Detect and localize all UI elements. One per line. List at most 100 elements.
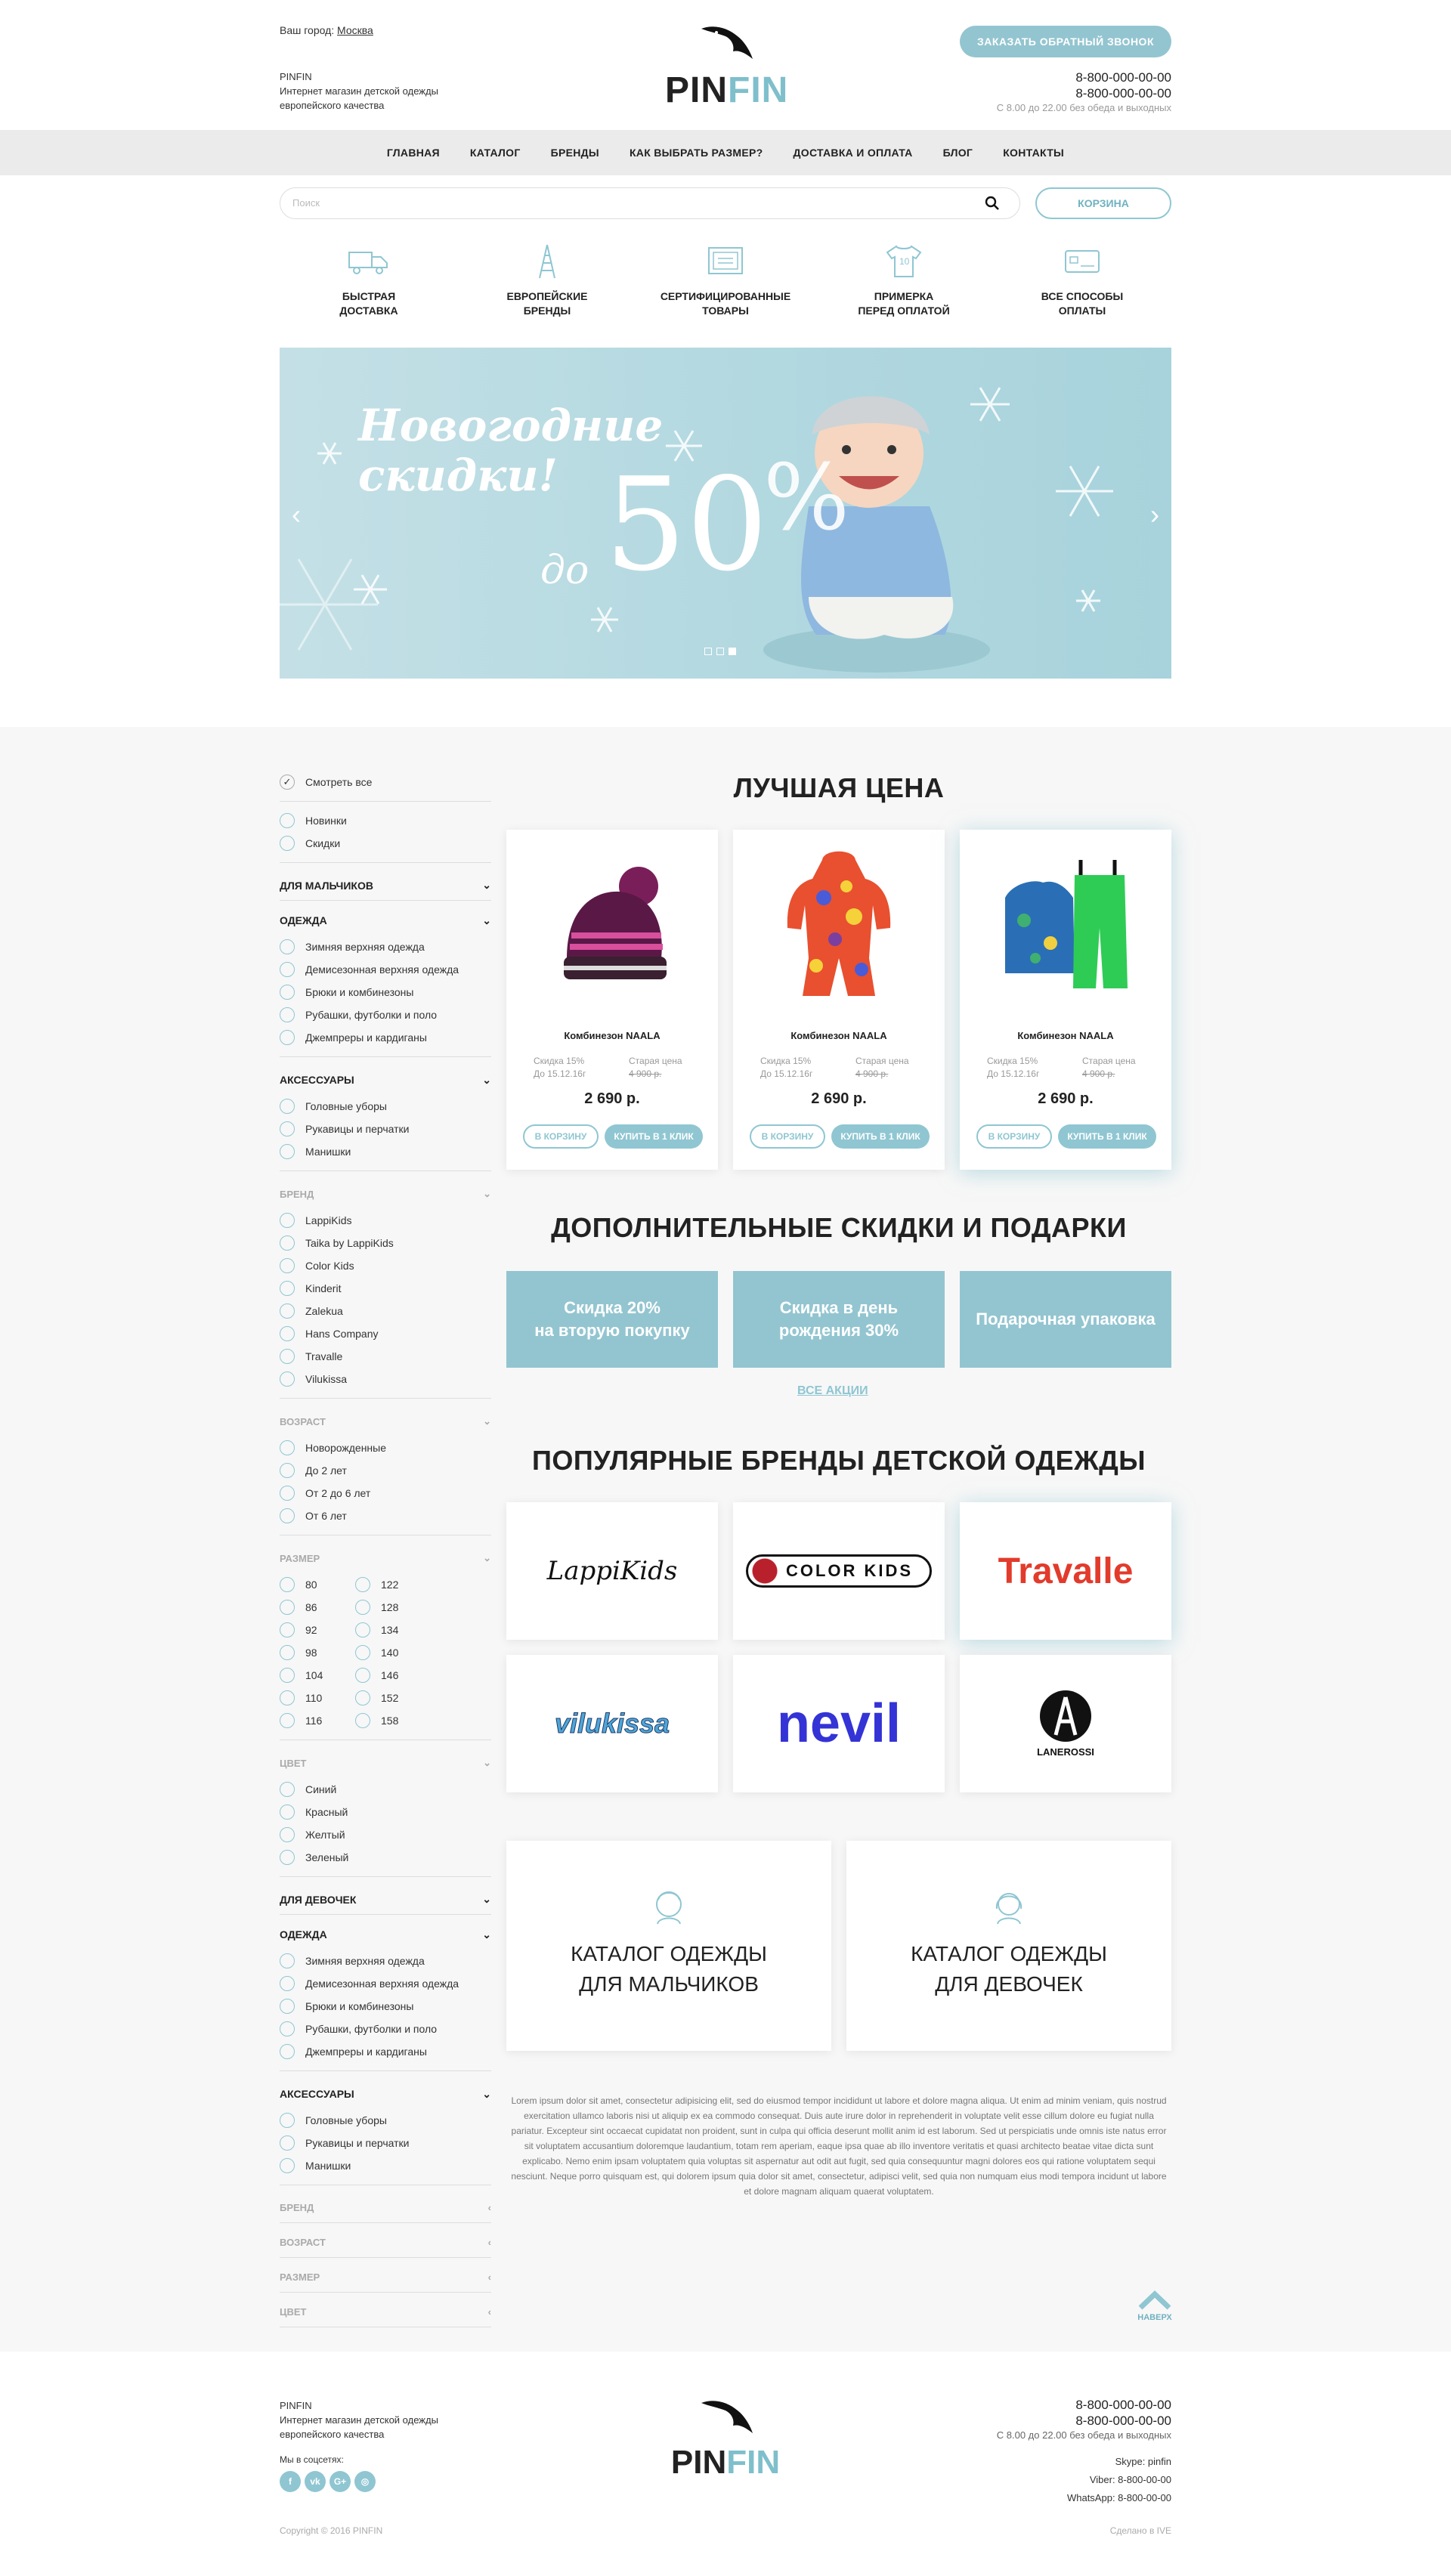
filter-group-size-collapsed[interactable]: РАЗМЕР ‹ (280, 2262, 491, 2293)
nav-item-catalog[interactable]: КАТАЛОГ (470, 147, 521, 159)
product-name[interactable]: Комбинезон NAALA (733, 1030, 945, 1041)
brand-vilukissa[interactable]: vilukissa (506, 1655, 718, 1792)
google-plus-icon[interactable]: G+ (329, 2471, 351, 2492)
skype-contact[interactable]: Skype: pinfin (1067, 2453, 1171, 2471)
product-name[interactable]: Комбинезон NAALA (960, 1030, 1171, 1041)
add-to-cart-button[interactable]: В КОРЗИНУ (523, 1124, 599, 1149)
promo-second-purchase[interactable]: Скидка 20% на вторую покупку (506, 1271, 718, 1368)
callback-button[interactable]: ЗАКАЗАТЬ ОБРАТНЫЙ ЗВОНОК (960, 26, 1171, 57)
size-option[interactable]: 158 (355, 1709, 431, 1732)
cart-button[interactable]: КОРЗИНА (1035, 187, 1171, 219)
search-input[interactable]: Поиск (280, 187, 1020, 219)
nav-item-contacts[interactable]: КОНТАКТЫ (1003, 147, 1064, 159)
filter-option[interactable]: Taika by LappiKids (280, 1232, 491, 1254)
filter-option[interactable]: Новинки (280, 809, 491, 832)
vk-icon[interactable]: vk (305, 2471, 326, 2492)
filter-group-girls[interactable]: ДЛЯ ДЕВОЧЕК ⌄ (280, 1885, 491, 1915)
buy-one-click-button[interactable]: КУПИТЬ В 1 КЛИК (1058, 1124, 1156, 1149)
size-option[interactable]: 122 (355, 1573, 431, 1596)
brand-lappikids[interactable]: LappiKids (506, 1502, 718, 1640)
brand-lanerossi[interactable]: LANEROSSI (960, 1655, 1171, 1792)
filter-option[interactable]: Головные уборы (280, 2109, 491, 2132)
filter-option[interactable]: Рукавицы и перчатки (280, 1118, 491, 1140)
filter-option[interactable]: Демисезонная верхняя одежда (280, 1972, 491, 1995)
brand-colorkids[interactable]: COLOR KIDS (733, 1502, 945, 1640)
footer-phone-1[interactable]: 8-800-000-00-00 (997, 2397, 1171, 2413)
catalog-girls-card[interactable]: КАТАЛОГ ОДЕЖДЫ ДЛЯ ДЕВОЧЕК (846, 1841, 1171, 2051)
filter-view-all[interactable]: ✓ Смотреть все (280, 771, 491, 793)
size-option[interactable]: 134 (355, 1619, 431, 1641)
filter-option[interactable]: Зимняя верхняя одежда (280, 935, 491, 958)
promo-birthday[interactable]: Скидка в день рождения 30% (733, 1271, 945, 1368)
filter-option[interactable]: Джемпреры и кардиганы (280, 1026, 491, 1049)
filter-option[interactable]: Манишки (280, 1140, 491, 1163)
brand-travalle[interactable]: Travalle (960, 1502, 1171, 1640)
size-option[interactable]: 146 (355, 1664, 431, 1687)
size-option[interactable]: 86 (280, 1596, 355, 1619)
size-option[interactable]: 152 (355, 1687, 431, 1709)
filter-option[interactable]: Vilukissa (280, 1368, 491, 1390)
search-icon[interactable] (985, 196, 1000, 211)
viber-contact[interactable]: Viber: 8-800-00-00 (1067, 2471, 1171, 2489)
filter-group-size[interactable]: РАЗМЕР ⌄ (280, 1543, 491, 1573)
add-to-cart-button[interactable]: В КОРЗИНУ (976, 1124, 1052, 1149)
buy-one-click-button[interactable]: КУПИТЬ В 1 КЛИК (831, 1124, 930, 1149)
filter-group-clothes-girls[interactable]: ОДЕЖДА ⌄ (280, 1919, 491, 1950)
promo-gift-wrap[interactable]: Подарочная упаковка (960, 1271, 1171, 1368)
nav-item-home[interactable]: ГЛАВНАЯ (387, 147, 440, 159)
filter-option[interactable]: Джемпреры и кардиганы (280, 2040, 491, 2063)
filter-option[interactable]: Hans Company (280, 1322, 491, 1345)
size-option[interactable]: 80 (280, 1573, 355, 1596)
filter-group-boys[interactable]: ДЛЯ МАЛЬЧИКОВ ⌄ (280, 871, 491, 901)
add-to-cart-button[interactable]: В КОРЗИНУ (750, 1124, 825, 1149)
promo-banner[interactable]: Новогодние скидки! до 50 % ‹ › (280, 348, 1171, 679)
footer-phone-2[interactable]: 8-800-000-00-00 (997, 2413, 1171, 2429)
filter-option[interactable]: Зимняя верхняя одежда (280, 1950, 491, 1972)
filter-option[interactable]: Головные уборы (280, 1095, 491, 1118)
banner-dot-active[interactable] (729, 648, 736, 655)
product-card[interactable]: Комбинезон NAALA Скидка 15% До 15.12.16г … (960, 830, 1171, 1170)
size-option[interactable]: 128 (355, 1596, 431, 1619)
nav-item-size-guide[interactable]: КАК ВЫБРАТЬ РАЗМЕР? (630, 147, 763, 159)
filter-option[interactable]: Манишки (280, 2154, 491, 2177)
filter-option[interactable]: Красный (280, 1801, 491, 1823)
size-option[interactable]: 92 (280, 1619, 355, 1641)
filter-option[interactable]: Kinderit (280, 1277, 491, 1300)
filter-group-brand[interactable]: БРЕНД ⌄ (280, 1179, 491, 1209)
banner-prev-arrow-icon[interactable]: ‹ (292, 499, 301, 530)
filter-option[interactable]: Зеленый (280, 1846, 491, 1869)
banner-next-arrow-icon[interactable]: › (1150, 499, 1159, 530)
phone-2[interactable]: 8-800-000-00-00 (997, 85, 1171, 101)
banner-dot[interactable] (704, 648, 712, 655)
filter-group-color[interactable]: ЦВЕТ ⌄ (280, 1748, 491, 1778)
brand-nevil[interactable]: nevil (733, 1655, 945, 1792)
filter-option[interactable]: От 6 лет (280, 1504, 491, 1527)
filter-option[interactable]: LappiKids (280, 1209, 491, 1232)
phone-1[interactable]: 8-800-000-00-00 (997, 70, 1171, 85)
made-by[interactable]: Сделано в IVE (1110, 2525, 1171, 2536)
filter-group-accessories-girls[interactable]: АКСЕССУАРЫ ⌄ (280, 2079, 491, 2109)
filter-group-accessories[interactable]: АКСЕССУАРЫ ⌄ (280, 1065, 491, 1095)
filter-option[interactable]: Рубашки, футболки и поло (280, 1003, 491, 1026)
filter-option[interactable]: Синий (280, 1778, 491, 1801)
product-card[interactable]: Комбинезон NAALA Скидка 15% До 15.12.16г … (733, 830, 945, 1170)
scroll-to-top-button[interactable]: НАВЕРХ (1132, 2290, 1177, 2322)
all-promos-link[interactable]: ВСЕ АКЦИИ (797, 1384, 868, 1398)
filter-option[interactable]: Демисезонная верхняя одежда (280, 958, 491, 981)
filter-option[interactable]: Рубашки, футболки и поло (280, 2018, 491, 2040)
filter-option[interactable]: Желтый (280, 1823, 491, 1846)
product-card[interactable]: Комбинезон NAALA Скидка 15% До 15.12.16г … (506, 830, 718, 1170)
filter-option[interactable]: Color Kids (280, 1254, 491, 1277)
buy-one-click-button[interactable]: КУПИТЬ В 1 КЛИК (605, 1124, 703, 1149)
nav-item-blog[interactable]: БЛОГ (943, 147, 973, 159)
facebook-icon[interactable]: f (280, 2471, 301, 2492)
filter-option[interactable]: Новорожденные (280, 1436, 491, 1459)
instagram-icon[interactable]: ◎ (354, 2471, 376, 2492)
size-option[interactable]: 110 (280, 1687, 355, 1709)
filter-group-clothes[interactable]: ОДЕЖДА ⌄ (280, 905, 491, 935)
filter-option[interactable]: Брюки и комбинезоны (280, 981, 491, 1003)
nav-item-delivery[interactable]: ДОСТАВКА И ОПЛАТА (794, 147, 913, 159)
size-option[interactable]: 116 (280, 1709, 355, 1732)
nav-item-brands[interactable]: БРЕНДЫ (551, 147, 599, 159)
logo[interactable]: PINFIN (665, 23, 787, 113)
